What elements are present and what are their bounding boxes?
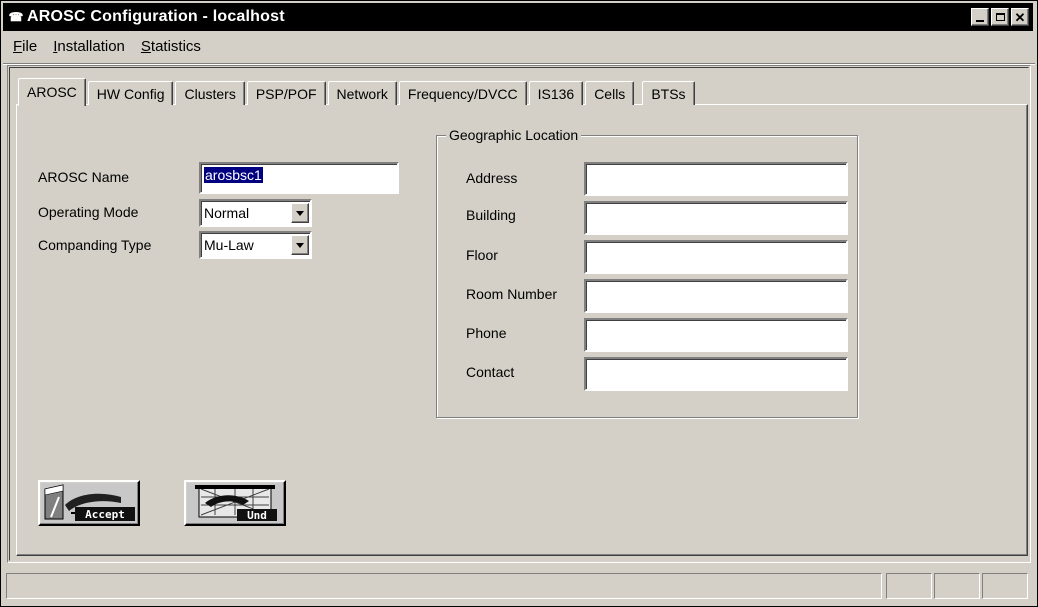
tab-btss[interactable]: BTSs: [642, 81, 695, 105]
menu-file[interactable]: File: [3, 38, 43, 55]
maximize-button[interactable]: [991, 8, 1009, 26]
status-cell-1: [886, 573, 932, 599]
status-cell-2: [934, 573, 980, 599]
undo-button[interactable]: Und: [184, 480, 286, 526]
chevron-down-icon[interactable]: [291, 235, 309, 255]
tab-is136[interactable]: IS136: [528, 81, 584, 105]
phone-icon[interactable]: ☎: [7, 10, 25, 24]
tab-arosc[interactable]: AROSC: [18, 78, 86, 106]
close-icon: ✕: [1014, 9, 1026, 25]
tab-strip: AROSC HW Config Clusters PSP/POF Network…: [18, 77, 697, 106]
minimize-button[interactable]: [971, 8, 989, 26]
close-button[interactable]: ✕: [1011, 8, 1029, 26]
accept-icon: Accept: [41, 483, 137, 523]
status-bar: [6, 573, 1030, 601]
companding-type-select[interactable]: Mu-Law: [199, 231, 312, 259]
address-input[interactable]: [584, 162, 848, 196]
room-number-input[interactable]: [584, 279, 848, 313]
operating-mode-select[interactable]: Normal: [199, 199, 312, 227]
title-bar[interactable]: ☎ AROSC Configuration - localhost ✕: [3, 3, 1033, 31]
tab-network[interactable]: Network: [327, 81, 397, 105]
operating-mode-label: Operating Mode: [38, 204, 139, 220]
svg-text:Accept: Accept: [85, 508, 125, 521]
tab-cells[interactable]: Cells: [585, 81, 635, 105]
tab-psp-pof[interactable]: PSP/POF: [246, 81, 326, 105]
undo-icon: Und: [187, 483, 283, 523]
companding-type-label: Companding Type: [38, 237, 152, 253]
address-label: Address: [466, 170, 518, 186]
arosc-name-value: arosbsc1: [204, 167, 263, 183]
chevron-down-icon[interactable]: [291, 203, 309, 223]
arosc-name-input[interactable]: arosbsc1: [199, 162, 399, 194]
maximize-icon: [995, 13, 1005, 21]
window-title: AROSC Configuration - localhost: [27, 8, 285, 25]
phone-label: Phone: [466, 325, 507, 341]
accept-button[interactable]: Accept: [38, 480, 140, 526]
tab-hw-config[interactable]: HW Config: [87, 81, 174, 105]
menu-statistics[interactable]: Statistics: [131, 38, 207, 55]
arosc-name-label: AROSC Name: [38, 169, 130, 185]
companding-type-value: Mu-Law: [204, 237, 254, 253]
building-label: Building: [466, 207, 516, 223]
tab-frequency-dvcc[interactable]: Frequency/DVCC: [398, 81, 527, 105]
contact-input[interactable]: [584, 357, 848, 391]
geographic-location-legend: Geographic Location: [446, 127, 582, 143]
phone-input[interactable]: [584, 318, 848, 352]
building-input[interactable]: [584, 201, 848, 235]
tab-clusters[interactable]: Clusters: [175, 81, 245, 105]
contact-label: Contact: [466, 364, 515, 380]
menu-installation[interactable]: Installation: [43, 38, 131, 55]
floor-label: Floor: [466, 247, 498, 263]
room-number-label: Room Number: [466, 286, 558, 302]
minimize-icon: [976, 20, 984, 22]
status-cell-3: [982, 573, 1028, 599]
status-text-panel: [6, 573, 882, 599]
floor-input[interactable]: [584, 240, 848, 274]
menu-bar: File Installation Statistics: [3, 34, 207, 58]
svg-text:Und: Und: [247, 509, 267, 522]
operating-mode-value: Normal: [204, 205, 250, 221]
